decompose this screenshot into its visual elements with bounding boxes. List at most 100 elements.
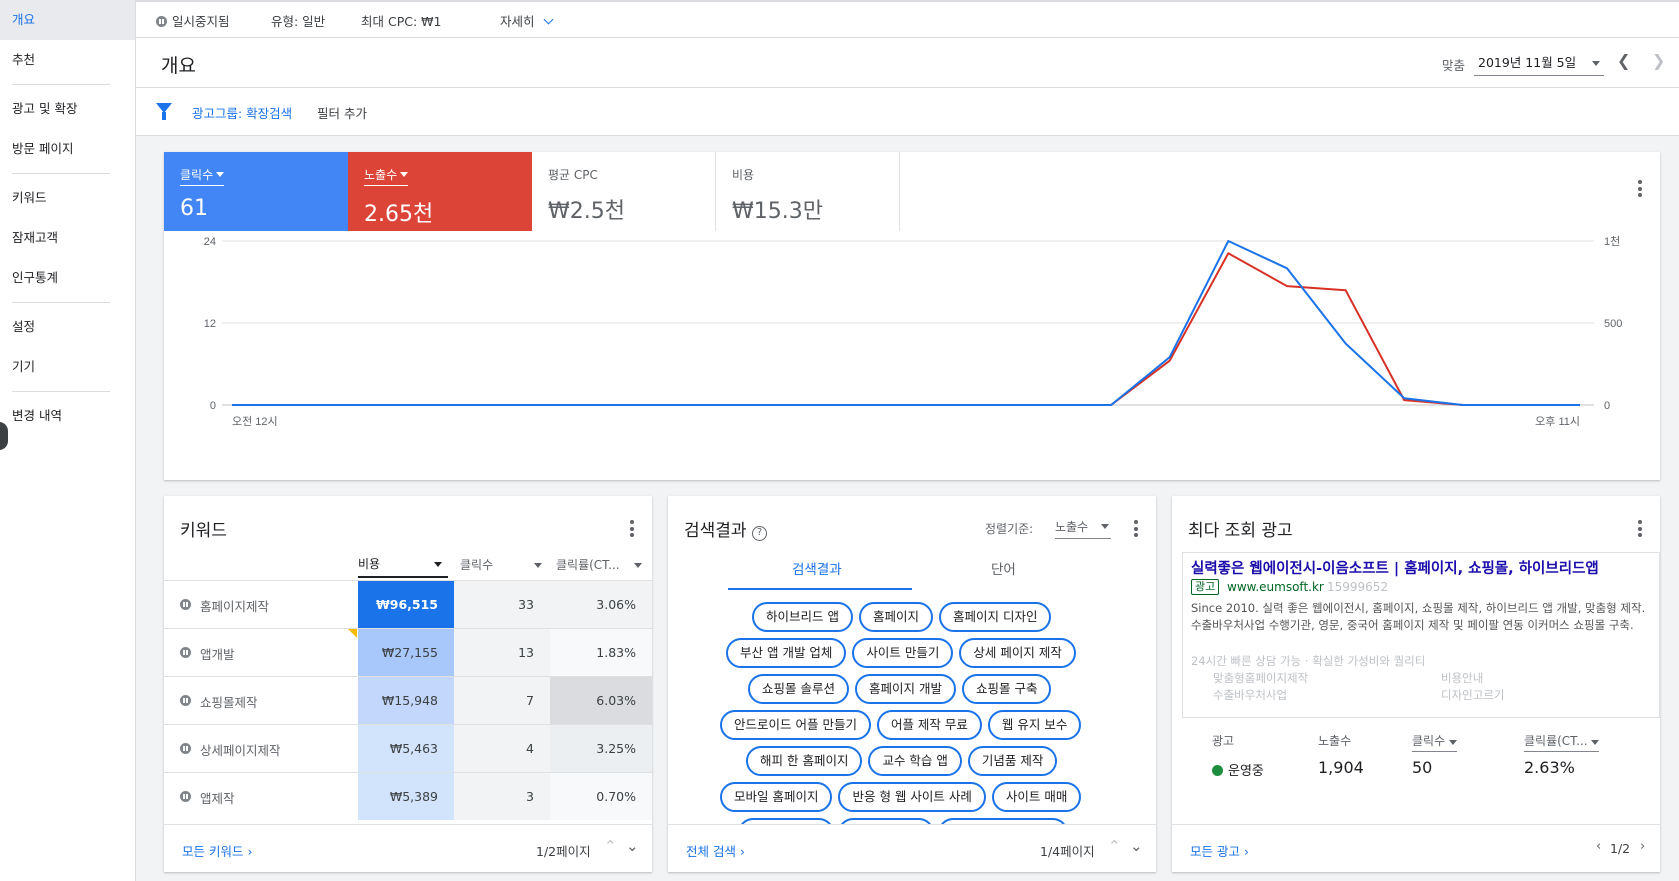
ad-headline[interactable]: 실력좋은 웹에이전시-이음소프트 | 홈페이지, 쇼핑몰, 하이브리드앱 — [1191, 557, 1599, 578]
search-term-chip[interactable]: 홈페이지 — [858, 602, 933, 632]
sidebar-item-overview[interactable]: 개요 — [0, 0, 135, 40]
ad-phone: 15999652 — [1327, 580, 1389, 594]
stat-value-impressions: 1,904 — [1318, 758, 1364, 777]
performance-chart-card: 클릭수 61 노출수 2.65천 평균 CPC ₩2.5천 비용 ₩15.3만 … — [164, 152, 1660, 480]
chevron-down-icon[interactable]: ⌄ — [1130, 837, 1143, 855]
table-row[interactable]: 앱제작 ₩5,389 3 0.70% — [164, 772, 652, 820]
y-tick-label-right: 1천 — [1604, 234, 1620, 248]
card-title: 검색결과 ? — [684, 516, 767, 541]
search-term-chip[interactable]: 교수 학습 앱 — [868, 746, 962, 776]
more-vert-icon[interactable] — [630, 520, 634, 540]
sidebar-item-demographics[interactable]: 인구통계 — [0, 258, 135, 298]
tab-words[interactable]: 단어 — [991, 558, 1016, 578]
all-keywords-link[interactable]: 모든 키워드 › — [182, 841, 252, 860]
sort-icon — [534, 563, 542, 568]
sidebar-divider — [12, 391, 110, 392]
search-term-chip[interactable]: 홈페이지 디자인 — [939, 602, 1052, 632]
keyword-cost: ₩27,155 — [358, 629, 454, 676]
more-vert-icon[interactable] — [1638, 520, 1642, 540]
sidebar-item-change-history[interactable]: 변경 내역 — [0, 396, 135, 436]
chevron-up-icon[interactable]: ⌃ — [604, 837, 617, 855]
keyword-cost: ₩5,463 — [358, 725, 454, 772]
search-term-chip[interactable]: 사이트 만들기 — [852, 638, 954, 668]
keyword-clicks: 7 — [454, 677, 550, 724]
table-row[interactable]: 쇼핑몰제작 ₩15,948 7 6.03% — [164, 676, 652, 724]
sidebar-item-settings[interactable]: 설정 — [0, 307, 135, 347]
column-header-cost[interactable]: 비용 — [358, 552, 448, 578]
details-button[interactable]: 자세히 — [500, 11, 553, 30]
keyword-clicks: 3 — [454, 773, 550, 820]
search-term-chip[interactable]: 홈페이지 개발 — [854, 674, 956, 704]
campaign-status-bar: 일시중지됨 유형: 일반 최대 CPC: ₩1 자세히 — [136, 0, 1679, 38]
search-term-chip[interactable]: 하이브리드 앱 — [752, 602, 853, 632]
sidebar-item-audiences[interactable]: 잠재고객 — [0, 218, 135, 258]
sidebar-item-ads-extensions[interactable]: 광고 및 확장 — [0, 89, 135, 129]
column-header-clicks[interactable]: 클릭수 — [460, 550, 546, 580]
chip-row: 부산 앱 개발 업체 사이트 만들기 상세 페이지 제작 — [726, 638, 1082, 668]
search-term-chip[interactable]: 반응 형 웹 사이트 사례 — [838, 782, 986, 812]
pagination-label: 1/4페이지 — [1040, 844, 1095, 859]
chevron-left-icon[interactable]: ‹ — [1596, 839, 1601, 854]
active-tab-indicator — [728, 588, 912, 590]
sort-select[interactable]: 노출수 — [1055, 516, 1111, 539]
pause-icon — [180, 791, 191, 802]
date-range-select[interactable]: 2019년 11월 5일 — [1474, 50, 1604, 76]
status-paused: 일시중지됨 — [156, 11, 230, 30]
metric-impressions[interactable]: 노출수 2.65천 — [348, 152, 532, 231]
ad-preview: 실력좋은 웹에이전시-이음소프트 | 홈페이지, 쇼핑몰, 하이브리드앱 광고 … — [1182, 552, 1660, 718]
pause-icon — [180, 695, 191, 706]
search-term-chip[interactable]: 기념품 제작 — [967, 746, 1058, 776]
adgroup-type: 유형: 일반 — [271, 14, 326, 29]
keyword-name: 홈페이지제작 — [200, 599, 270, 614]
stat-value-ctr: 2.63% — [1524, 758, 1575, 777]
sidebar-item-landing-pages[interactable]: 방문 페이지 — [0, 129, 135, 169]
table-row[interactable]: 앱개발 ₩27,155 13 1.83% — [164, 628, 652, 676]
chevron-up-icon[interactable]: ⌃ — [1108, 837, 1121, 855]
performance-line-chart: 0 12 24 0 500 1천오전 12시 오후 11시 — [204, 234, 1623, 428]
pause-icon — [180, 743, 191, 754]
sidebar-item-recommendations[interactable]: 추천 — [0, 40, 135, 80]
stat-label-clicks[interactable]: 클릭수 — [1412, 732, 1457, 752]
search-term-chip[interactable]: 해피 한 홈페이지 — [746, 746, 863, 776]
more-vert-icon[interactable] — [1638, 180, 1642, 200]
search-term-chip[interactable]: 부산 앱 개발 업체 — [726, 638, 847, 668]
table-row[interactable]: 상세페이지제작 ₩5,463 4 3.25% — [164, 724, 652, 772]
y-tick-label-left: 12 — [204, 318, 216, 330]
search-term-chip[interactable]: 웹 유지 보수 — [987, 710, 1082, 740]
metric-avg-cpc-value: ₩2.5천 — [548, 199, 625, 224]
table-row[interactable]: 홈페이지제작 ₩96,515 33 3.06% — [164, 580, 652, 628]
ad-sitelink: 수출바우처사업 — [1213, 688, 1288, 702]
column-header-ctr[interactable]: 클릭률(CT... — [556, 550, 646, 580]
add-filter-button[interactable]: 필터 추가 — [317, 103, 367, 122]
chevron-left-icon[interactable]: ❮ — [1617, 51, 1630, 70]
metric-avg-cpc[interactable]: 평균 CPC ₩2.5천 — [532, 152, 716, 231]
sidebar-item-keywords[interactable]: 키워드 — [0, 178, 135, 218]
tab-search-terms[interactable]: 검색결과 — [792, 558, 842, 578]
sidebar-item-devices[interactable]: 기기 — [0, 347, 135, 387]
chevron-right-icon[interactable]: › — [1640, 839, 1645, 854]
stat-label-ctr[interactable]: 클릭률(CT... — [1524, 732, 1600, 752]
search-term-chip[interactable]: 쇼핑몰 솔루션 — [748, 674, 849, 704]
chevron-down-icon[interactable]: ⌄ — [626, 837, 639, 855]
help-icon[interactable]: ? — [751, 526, 767, 541]
all-ads-link[interactable]: 모든 광고 › — [1190, 841, 1249, 860]
keyword-cost: ₩5,389 — [358, 773, 454, 820]
sidebar: 개요 추천 광고 및 확장 방문 페이지 키워드 잠재고객 인구통계 설정 기기… — [0, 0, 136, 881]
search-term-chip[interactable]: 사이트 매매 — [991, 782, 1082, 812]
search-term-chip[interactable]: 어플 제작 무료 — [876, 710, 982, 740]
filter-chip-adgroup[interactable]: 광고그룹: 확장검색 — [192, 103, 292, 122]
ad-sitelink: 맞춤형홈페이지제작 — [1213, 671, 1309, 685]
stat-label-impressions: 노출수 — [1318, 734, 1352, 748]
metric-cost[interactable]: 비용 ₩15.3만 — [716, 152, 900, 231]
more-vert-icon[interactable] — [1134, 520, 1138, 540]
chevron-right-icon[interactable]: ❯ — [1652, 51, 1665, 70]
search-term-chip[interactable]: 상세 페이지 제작 — [959, 638, 1076, 668]
search-term-chip[interactable]: 안드로이드 어플 만들기 — [720, 710, 871, 740]
search-term-chip[interactable]: 모바일 홈페이지 — [720, 782, 833, 812]
metric-clicks[interactable]: 클릭수 61 — [164, 152, 348, 231]
filter-icon[interactable] — [156, 103, 172, 120]
search-term-chip[interactable]: 쇼핑몰 구축 — [961, 674, 1052, 704]
all-search-terms-link[interactable]: 전체 검색 › — [686, 841, 745, 860]
max-cpc: 최대 CPC: ₩1 — [361, 14, 442, 29]
keyword-cost: ₩15,948 — [358, 677, 454, 724]
